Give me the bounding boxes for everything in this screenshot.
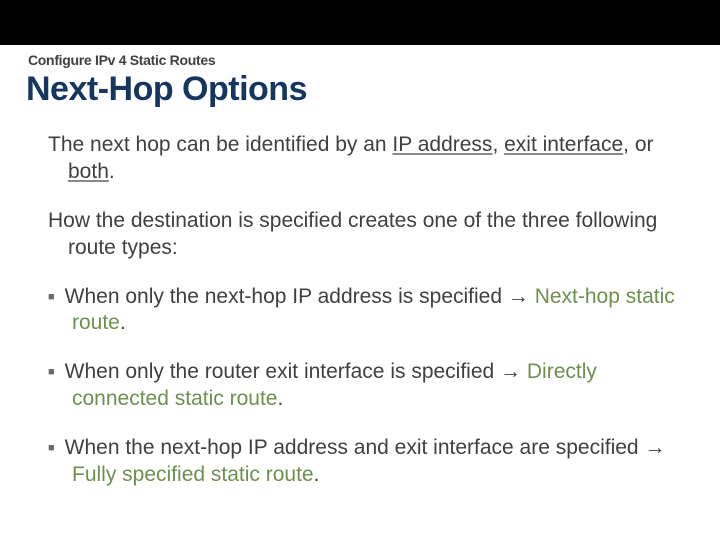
b1-tail: . <box>120 311 126 334</box>
square-bullet-icon: ■ <box>48 442 65 454</box>
b3-tail: . <box>314 463 320 486</box>
b2-lead: When only the router exit interface is s… <box>65 360 500 383</box>
p1-underline-3: both <box>68 160 109 183</box>
slide: Configure IPv 4 Static Routes Next-Hop O… <box>0 0 720 540</box>
bullet-2: ■When only the router exit interface is … <box>48 359 676 413</box>
bullet-1: ■When only the next-hop IP address is sp… <box>48 284 676 338</box>
square-bullet-icon: ■ <box>48 291 65 303</box>
arrow-icon: → <box>500 360 527 383</box>
p1-underline-1: IP address <box>392 133 492 156</box>
body-content: The next hop can be identified by an IP … <box>48 132 676 511</box>
b3-lead: When the next-hop IP address and exit in… <box>65 436 645 459</box>
slide-title: Next-Hop Options <box>26 70 307 109</box>
b1-lead: When only the next-hop IP address is spe… <box>65 285 508 308</box>
pretitle: Configure IPv 4 Static Routes <box>28 52 215 68</box>
p1-suffix: . <box>109 160 115 183</box>
p1-prefix: The next hop can be identified by an <box>48 133 392 156</box>
bullet-3: ■When the next-hop IP address and exit i… <box>48 435 676 489</box>
square-bullet-icon: ■ <box>48 366 65 378</box>
arrow-icon: → <box>508 285 535 308</box>
top-bar <box>0 0 720 45</box>
paragraph-2: How the destination is specified creates… <box>48 208 676 262</box>
p1-underline-2: exit interface <box>504 133 623 156</box>
arrow-icon: → <box>644 436 665 459</box>
b3-highlight: Fully specified static route <box>72 463 314 486</box>
paragraph-1: The next hop can be identified by an IP … <box>48 132 676 186</box>
p1-sep1: , <box>492 133 504 156</box>
p1-sep2: , or <box>623 133 653 156</box>
b2-tail: . <box>277 387 283 410</box>
